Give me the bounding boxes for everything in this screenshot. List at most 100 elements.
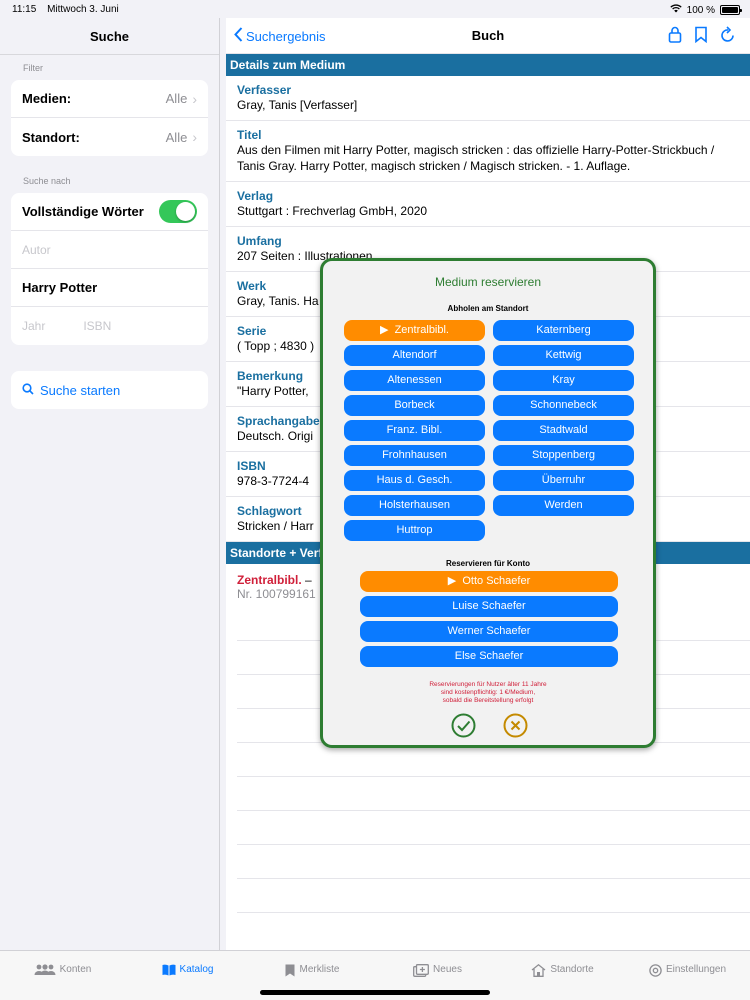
home-indicator[interactable]	[260, 990, 490, 995]
filter-location-row[interactable]: Standort: Alle ›	[11, 118, 208, 156]
location-option[interactable]: Überruhr	[493, 470, 634, 491]
account-label: Reservieren für Konto	[445, 559, 531, 568]
tab-label: Einstellungen	[665, 964, 727, 975]
tab-einstellungen[interactable]: Einstellungen	[625, 951, 750, 1000]
cancel-button[interactable]	[503, 713, 528, 743]
chevron-right-icon: ›	[192, 129, 197, 145]
chevron-right-icon: ›	[192, 90, 197, 107]
pickup-label: Abholen am Standort	[447, 304, 529, 313]
field-label: Verlag	[237, 189, 274, 203]
location-option-label: Zentralbibl.	[394, 324, 449, 336]
tab-label: Standorte	[550, 964, 594, 975]
empty-row	[237, 743, 750, 777]
title-field[interactable]: Harry Potter	[11, 269, 208, 307]
field-value: Gray, Tanis [Verfasser]	[237, 98, 358, 112]
dialog-title: Medium reservieren	[434, 275, 542, 289]
location-option[interactable]: Frohnhausen	[344, 445, 485, 466]
play-marker-icon: ▶	[379, 324, 389, 336]
title-value: Harry Potter	[22, 280, 98, 295]
fee-note-line: Reservierungen für Nutzer älter 11 Jahre	[429, 681, 547, 688]
battery-icon	[720, 5, 742, 15]
field-label: Umfang	[237, 234, 282, 248]
location-option[interactable]: Altenessen	[344, 370, 485, 391]
empty-row	[237, 777, 750, 811]
location-option[interactable]: Altendorf	[344, 345, 485, 366]
search-by-label: Suche nach	[23, 176, 71, 186]
tab-katalog[interactable]: Katalog	[125, 951, 250, 1000]
location-name: Zentralbibl.	[237, 573, 302, 587]
start-search-label: Suche starten	[40, 382, 121, 398]
wifi-icon	[669, 4, 682, 16]
field-title: Titel Aus den Filmen mit Harry Potter, m…	[226, 128, 750, 182]
tab-label: Konten	[59, 964, 92, 975]
account-option[interactable]: Else Schaefer	[360, 646, 618, 667]
search-icon	[22, 382, 34, 398]
people-icon	[34, 964, 56, 979]
close-icon	[503, 713, 528, 738]
book-icon	[162, 964, 176, 979]
location-option[interactable]: Borbeck	[344, 395, 485, 416]
lock-icon[interactable]	[668, 26, 682, 48]
location-option-selected[interactable]: ▶ Zentralbibl.	[344, 320, 485, 341]
status-bar: 11:15 Mittwoch 3. Juni 100 %	[0, 0, 750, 18]
field-author: Verfasser Gray, Tanis [Verfasser]	[226, 83, 750, 121]
empty-row	[237, 879, 750, 913]
fee-note: Reservierungen für Nutzer älter 11 Jahre…	[323, 681, 653, 705]
author-field[interactable]: Autor	[11, 231, 208, 269]
details-header: Details zum Medium	[226, 54, 750, 76]
full-words-row: Vollständige Wörter	[11, 193, 208, 231]
filter-media-row[interactable]: Medien: Alle ›	[11, 80, 208, 118]
tab-konten[interactable]: Konten	[0, 951, 125, 1000]
year-field[interactable]: Jahr	[22, 319, 45, 333]
year-isbn-row: Jahr ISBN	[11, 307, 208, 345]
house-icon	[531, 963, 546, 980]
filter-card: Medien: Alle › Standort: Alle ›	[11, 80, 208, 156]
refresh-icon[interactable]	[720, 26, 736, 48]
location-option[interactable]: Kettwig	[493, 345, 634, 366]
fee-note-line: sobald die Bereitstellung erfolgt	[442, 697, 534, 704]
location-option[interactable]: Holsterhausen	[344, 495, 485, 516]
gear-icon	[649, 964, 662, 980]
confirm-button[interactable]	[451, 713, 476, 743]
fee-note-line: sind kostenpflichtig: 1 €/Medium,	[440, 689, 536, 696]
navigation-bar: Suchergebnis Buch	[226, 18, 750, 54]
location-option[interactable]: Stadtwald	[493, 420, 634, 441]
location-option[interactable]: Kray	[493, 370, 634, 391]
start-search-button[interactable]: Suche starten	[11, 371, 208, 409]
field-value: Aus den Filmen mit Harry Potter, magisch…	[237, 143, 715, 173]
filter-section-label: Filter	[23, 63, 43, 73]
bookmark-add-icon[interactable]	[694, 26, 708, 48]
bookmark-icon	[285, 964, 295, 980]
empty-row	[237, 845, 750, 879]
location-option[interactable]: Schonnebeck	[493, 395, 634, 416]
location-option[interactable]: Huttrop	[344, 520, 485, 541]
account-option[interactable]: Luise Schaefer	[360, 596, 618, 617]
filter-media-label: Medien:	[22, 91, 72, 106]
full-words-label: Vollständige Wörter	[22, 204, 144, 219]
tab-label: Neues	[433, 964, 462, 975]
search-sidebar: Suche Filter Medien: Alle › Standort: All…	[0, 18, 220, 950]
field-label: Titel	[237, 128, 262, 142]
location-option[interactable]: Stoppenberg	[493, 445, 634, 466]
full-words-toggle[interactable]	[159, 200, 197, 223]
sidebar-title: Suche	[0, 29, 219, 55]
field-value: Stuttgart : Frechverlag GmbH, 2020	[237, 204, 428, 218]
empty-row	[237, 811, 750, 845]
account-option[interactable]: Werner Schaefer	[360, 621, 618, 642]
account-option-selected[interactable]: ▶ Otto Schaefer	[360, 571, 618, 592]
location-option[interactable]: Haus d. Gesch.	[344, 470, 485, 491]
filter-location-label: Standort:	[22, 129, 80, 145]
tab-label: Katalog	[179, 964, 214, 975]
field-publisher: Verlag Stuttgart : Frechverlag GmbH, 202…	[226, 189, 750, 227]
tab-standorte[interactable]: Standorte	[500, 951, 625, 1000]
location-option[interactable]: Katernberg	[493, 320, 634, 341]
author-placeholder: Autor	[22, 242, 51, 257]
location-option[interactable]: Franz. Bibl.	[344, 420, 485, 441]
location-option[interactable]: Werden	[493, 495, 634, 516]
status-time: 11:15	[12, 4, 37, 15]
filter-location-value: Alle	[165, 129, 188, 145]
isbn-field[interactable]: ISBN	[83, 319, 111, 333]
new-icon	[413, 964, 429, 980]
checkmark-icon	[451, 713, 476, 738]
battery-percent: 100 %	[686, 4, 715, 16]
